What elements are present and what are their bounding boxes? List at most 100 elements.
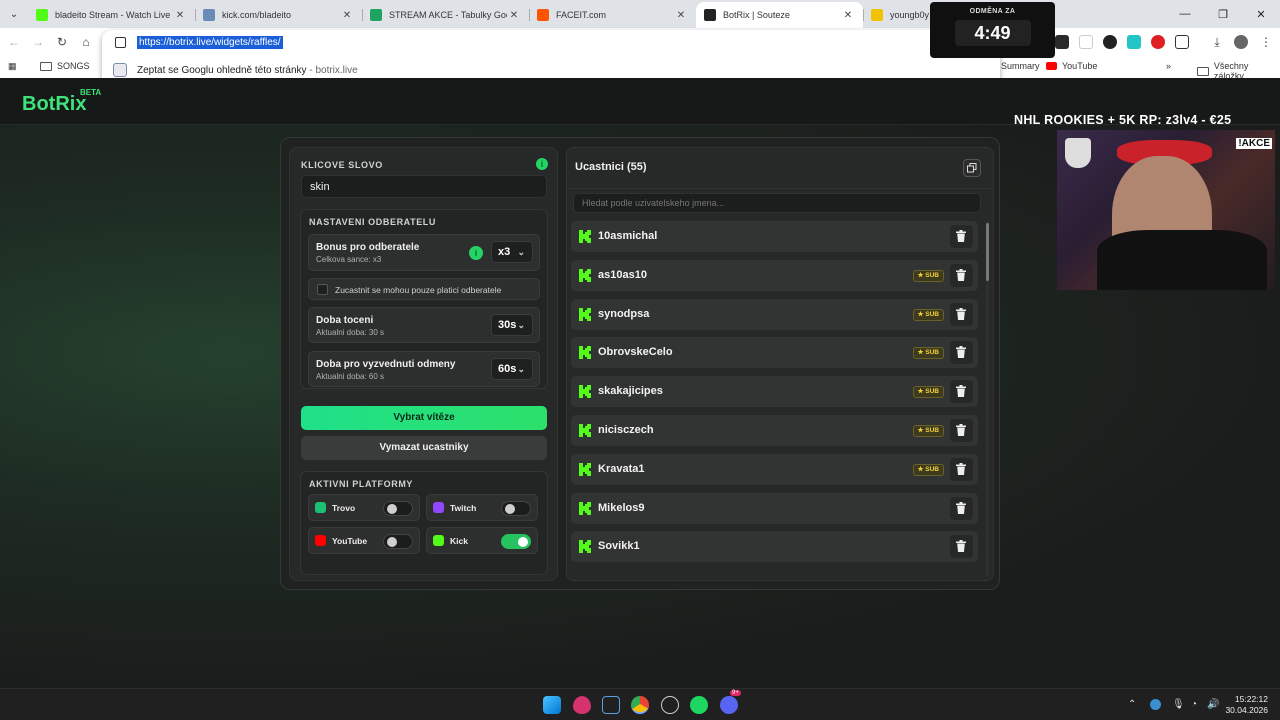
delete-participant-button[interactable] — [950, 457, 973, 481]
browser-tab[interactable]: kick.com/bladeito ✕ — [195, 2, 362, 28]
scrollbar[interactable] — [986, 221, 989, 576]
spin-time-row: Doba toceni Aktualni doba: 30 s 30s ⌄ — [308, 307, 540, 343]
folder-icon — [1197, 66, 1209, 76]
delete-participant-button[interactable] — [950, 341, 973, 365]
close-tab-icon[interactable]: ✕ — [674, 10, 688, 21]
browser-tab[interactable]: STREAM AKCE - Tabulky Googl ✕ — [362, 2, 529, 28]
extension-icon[interactable] — [1127, 35, 1141, 49]
app-icon[interactable] — [573, 696, 591, 714]
close-window-button[interactable]: ✕ — [1242, 0, 1280, 28]
platform-toggle[interactable] — [501, 501, 531, 516]
windows-start-icon[interactable] — [543, 696, 561, 714]
delete-participant-button[interactable] — [950, 225, 973, 248]
maximize-button[interactable]: ❐ — [1204, 0, 1242, 28]
platform-toggle[interactable] — [501, 534, 531, 549]
kick-icon — [579, 462, 591, 476]
tray-chevron-icon[interactable]: ⌃ — [1128, 699, 1136, 710]
only-subs-row[interactable]: Zucastnit se mohou pouze platici odberat… — [308, 278, 540, 300]
tab-title: STREAM AKCE - Tabulky Googl — [389, 10, 507, 20]
browser-tab[interactable]: BotRix | Souteze ✕ — [696, 2, 863, 28]
shield-icon — [1065, 138, 1091, 168]
extensions-puzzle-icon[interactable] — [1175, 35, 1189, 49]
info-icon[interactable]: i — [536, 158, 548, 170]
sub-badge: ★ SUB — [912, 347, 944, 360]
window-controls: — ❐ ✕ — [1166, 0, 1280, 28]
copy-icon[interactable] — [963, 159, 981, 177]
spin-time-select[interactable]: 30s ⌄ — [491, 314, 533, 336]
extension-icon[interactable] — [1055, 35, 1069, 49]
raffle-widget: KLICOVE SLOVO i skin NASTAVENI ODBERATEL… — [280, 137, 1000, 590]
participant-row: Kravata1 ★ SUB — [571, 453, 978, 485]
volume-icon[interactable]: 🔊 — [1207, 699, 1219, 710]
avatar[interactable] — [1234, 35, 1248, 49]
app-icon[interactable] — [602, 696, 620, 714]
platform-toggle[interactable] — [383, 534, 413, 549]
reload-button[interactable]: ↻ — [54, 34, 70, 50]
toggle-knob — [518, 537, 528, 547]
spotify-icon[interactable] — [690, 696, 708, 714]
menu-icon[interactable]: ⋮ — [1258, 34, 1274, 50]
delete-participant-button[interactable] — [950, 302, 973, 326]
delete-participant-button[interactable] — [950, 419, 973, 442]
bookmark-summary[interactable]: Summary — [1001, 61, 1040, 71]
timer-value: 4:49 — [954, 20, 1031, 46]
platform-name: YouTube — [332, 536, 368, 546]
platform-name: Trovo — [332, 503, 356, 513]
kick-icon — [579, 385, 591, 399]
claim-time-select[interactable]: 60s ⌄ — [491, 358, 533, 380]
system-clock[interactable]: 15:22:12 30.04.2026 — [1225, 694, 1268, 716]
extension-icon[interactable] — [1079, 35, 1093, 49]
microphone-icon[interactable]: 🎙 — [1172, 699, 1185, 710]
omnibox-suggestion[interactable]: Zeptat se Googlu ohledně této stránky - … — [137, 65, 358, 76]
close-tab-icon[interactable]: ✕ — [173, 10, 187, 21]
clear-participants-button[interactable]: Vymazat ucastniky — [301, 436, 547, 460]
wifi-icon[interactable]: ◔ — [1191, 699, 1197, 710]
close-tab-icon[interactable]: ✕ — [340, 10, 354, 21]
webcam-feed: !AKCE — [1057, 130, 1275, 290]
scrollbar-thumb[interactable] — [986, 223, 989, 281]
keyword-input[interactable]: skin — [301, 175, 547, 198]
bonus-select[interactable]: x3 ⌄ — [491, 241, 533, 263]
back-button[interactable]: ← — [6, 34, 22, 50]
close-tab-icon[interactable]: ✕ — [507, 10, 521, 21]
trovo-icon — [315, 502, 326, 513]
download-icon[interactable]: ⤓ — [1209, 34, 1225, 50]
participant-search-input[interactable] — [573, 193, 981, 213]
app-icon[interactable] — [661, 696, 679, 714]
discord-icon[interactable]: 9+ — [720, 690, 741, 714]
delete-participant-button[interactable] — [950, 496, 973, 520]
platform-toggle[interactable] — [383, 501, 413, 516]
delete-participant-button[interactable] — [950, 535, 973, 559]
participant-name: as10as10 — [598, 268, 647, 281]
address-bar-url[interactable]: https://botrix.live/widgets/raffles/ — [137, 36, 283, 49]
extension-icon[interactable] — [1151, 35, 1165, 49]
forward-button[interactable]: → — [30, 34, 46, 50]
bookmark-songs[interactable]: SONGS — [40, 61, 90, 71]
extension-icon[interactable] — [1103, 35, 1117, 49]
minimize-button[interactable]: — — [1166, 0, 1204, 28]
apps-grid-icon[interactable]: ▦ — [8, 61, 17, 72]
site-info-icon[interactable] — [115, 37, 126, 48]
akce-label: !AKCE — [1236, 138, 1272, 149]
home-button[interactable]: ⌂ — [78, 34, 94, 50]
browser-tab[interactable]: FACEIT.com ✕ — [529, 2, 696, 28]
close-tab-icon[interactable]: ✕ — [841, 10, 855, 21]
participant-row: 10asmichal — [571, 221, 978, 252]
tab-search-button[interactable]: ⌄ — [0, 0, 28, 28]
bookmark-youtube[interactable]: YouTube — [1046, 61, 1097, 71]
browser-tab[interactable]: bladeito Stream - Watch Live o ✕ — [28, 2, 195, 28]
more-bookmarks-chevron-icon[interactable]: » — [1166, 61, 1171, 71]
only-subs-checkbox[interactable] — [317, 284, 328, 295]
tab-title: bladeito Stream - Watch Live o — [55, 10, 173, 20]
delete-participant-button[interactable] — [950, 263, 973, 287]
botrix-logo[interactable]: BotRix BETA — [22, 88, 101, 116]
chrome-icon[interactable] — [631, 696, 649, 714]
participant-row: Sovikk1 — [571, 531, 978, 563]
pick-winner-button[interactable]: Vybrat vítěze — [301, 406, 547, 430]
delete-participant-button[interactable] — [950, 380, 973, 404]
steam-icon[interactable] — [1150, 699, 1161, 710]
chevron-down-icon: ⌄ — [517, 247, 525, 257]
youtube-icon — [1046, 62, 1057, 70]
participant-name: Kravata1 — [598, 462, 645, 475]
info-icon[interactable]: i — [469, 246, 483, 260]
